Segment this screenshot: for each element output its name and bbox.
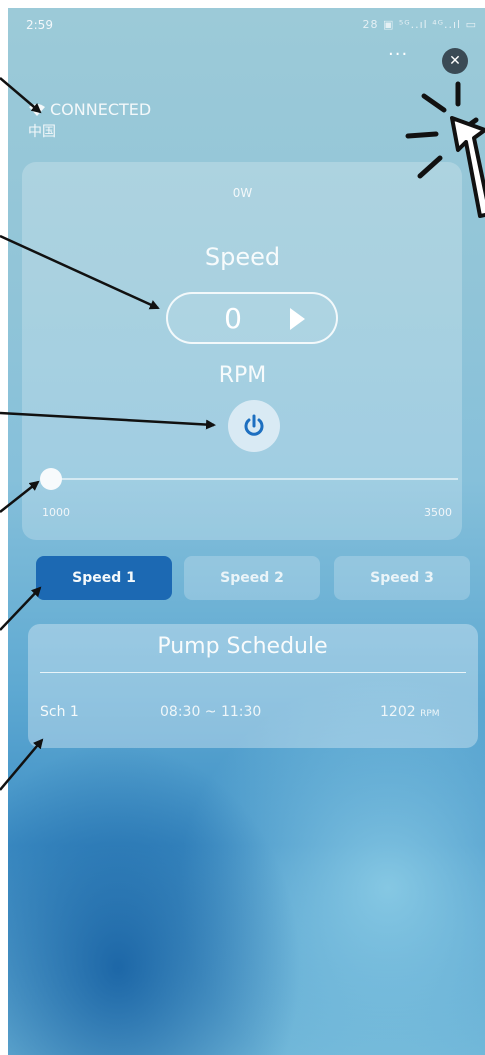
close-icon: ✕: [449, 53, 461, 69]
schedule-divider: [40, 672, 466, 673]
slider-min-label: 1000: [42, 506, 70, 519]
status-icons: 28 ▣ ⁵ᴳ..ıl ⁴ᴳ..ıl ▭: [362, 18, 477, 31]
power-button[interactable]: [228, 400, 280, 452]
schedule-name: Sch 1: [40, 704, 79, 720]
slider-max-label: 3500: [424, 506, 452, 519]
close-button[interactable]: ✕: [442, 48, 468, 74]
rpm-slider-track[interactable]: [46, 478, 458, 480]
schedule-rpm-value: 1202: [380, 704, 416, 720]
region-label: 中国: [28, 124, 56, 140]
speed-3-button[interactable]: Speed 3: [334, 556, 470, 600]
power-readout: 0W: [232, 186, 253, 200]
play-icon[interactable]: [290, 308, 305, 330]
schedule-rpm: 1202 RPM: [380, 704, 440, 720]
schedule-title: Pump Schedule: [157, 634, 328, 659]
speed-1-button[interactable]: Speed 1: [36, 556, 172, 600]
rpm-label: RPM: [218, 363, 267, 388]
status-bar: 2:59 28 ▣ ⁵ᴳ..ıl ⁴ᴳ..ıl ▭: [8, 8, 485, 42]
connection-status: CONNECTED 中国: [28, 100, 151, 141]
speed-label: Speed: [204, 243, 281, 271]
wifi-icon: [29, 103, 45, 116]
speed-control[interactable]: 0: [166, 292, 338, 344]
rpm-slider-thumb[interactable]: [40, 468, 62, 490]
power-icon: [244, 414, 264, 436]
speed-2-button[interactable]: Speed 2: [184, 556, 320, 600]
schedule-time: 08:30 ~ 11:30: [160, 704, 262, 720]
connection-label: CONNECTED: [50, 100, 152, 119]
more-button[interactable]: ···: [388, 46, 408, 64]
speed-value: 0: [224, 302, 242, 335]
pump-control-card: [22, 162, 462, 540]
schedule-rpm-unit: RPM: [420, 709, 440, 719]
status-time: 2:59: [26, 18, 53, 32]
